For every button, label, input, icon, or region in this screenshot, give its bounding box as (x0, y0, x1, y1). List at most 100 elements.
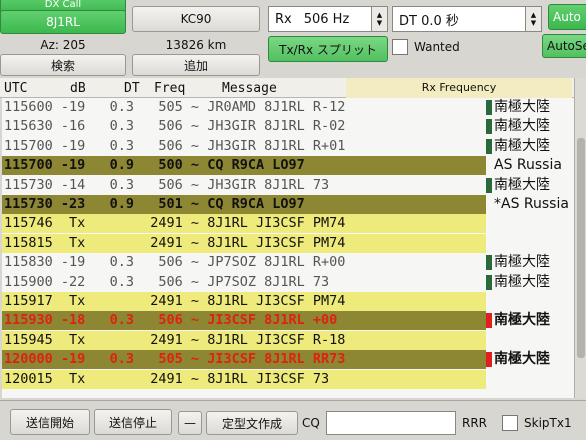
auto-seq2-label: AutoSe (547, 39, 586, 53)
message-row[interactable]: 120000 -19 0.3 505 ~ JI3CSF 8J1RL RR73 (2, 350, 486, 370)
lookup-button[interactable]: 検索 (0, 54, 126, 76)
spin-up-icon[interactable]: ▲ (377, 11, 382, 19)
message-row[interactable]: 115945 Tx 2491 ~ 8J1RL JI3CSF R-18 (2, 330, 486, 350)
dx-grid-value: KC90 (180, 12, 212, 26)
bottom-control-bar: 送信開始 送信停止 — 定型文作成 CQ RRR SkipTx1 (0, 400, 586, 440)
scrollbar-thumb[interactable] (577, 138, 585, 358)
country-cell: 南極大陸 (486, 117, 574, 136)
country-cell (486, 292, 574, 311)
dx-call-label: DX Call (44, 0, 82, 10)
rx-frequency-header: Rx Frequency (346, 78, 572, 98)
col-utc: UTC (4, 81, 28, 96)
message-row[interactable]: 115815 Tx 2491 ~ 8J1RL JI3CSF PM74 (2, 233, 486, 253)
worked-marker-icon (486, 352, 492, 368)
country-text: 南極大陸 (494, 137, 550, 154)
country-cell: *AS Russia (486, 195, 574, 214)
spin-down-icon[interactable]: ▼ (377, 19, 382, 27)
distance-text: 13826 km (165, 38, 227, 52)
macro-label: 定型文作成 (221, 416, 282, 431)
country-cell: 南極大陸 (486, 311, 574, 330)
country-cell (486, 331, 574, 350)
message-row[interactable]: 115900 -22 0.3 506 ~ JP7SOZ 8J1RL 73 (2, 273, 486, 292)
auto-seq2-button[interactable]: AutoSe (542, 34, 586, 58)
message-row[interactable]: 115930 -18 0.3 506 ~ JI3CSF 8J1RL +00 (2, 311, 486, 331)
worked-marker-icon (486, 100, 492, 115)
tx-halt-button[interactable]: 送信停止 (94, 409, 172, 435)
split-button-label: Tx/Rx スプリット (279, 42, 377, 57)
rx-freq-value: 506 Hz (303, 11, 350, 27)
message-row[interactable]: 115746 Tx 2491 ~ 8J1RL JI3CSF PM74 (2, 214, 486, 234)
country-cell (486, 234, 574, 253)
message-row[interactable]: 115730 -23 0.9 501 ~ CQ R9CA LO97 (2, 195, 486, 214)
country-cell: 南極大陸 (486, 253, 574, 272)
dt-value: DT 0.0 秒 (399, 13, 459, 29)
rx-frequency-spinbox[interactable]: Rx 506 Hz ▲ ▼ (268, 6, 388, 32)
message-table-header: UTC dB DT Freq Message Rx Frequency (0, 78, 586, 98)
message-row[interactable]: 115700 -19 0.3 506 ~ JH3GIR 8J1RL R+01 (2, 137, 486, 156)
country-text: 南極大陸 (494, 99, 550, 115)
country-cell (486, 370, 574, 389)
message-row[interactable]: 115630 -16 0.3 506 ~ JH3GIR 8J1RL R-02 (2, 117, 486, 136)
azimuth-text: Az: 205 (40, 38, 86, 52)
skiptx-label-text: SkipTx1 (524, 416, 572, 430)
dx-grid-field[interactable]: KC90 (132, 6, 260, 32)
dx-call-value: 8J1RL (46, 15, 80, 29)
country-column: 南極大陸 南極大陸 南極大陸 AS Russia 南極大陸 *AS Russia 南極大陸南… (486, 98, 574, 398)
wanted-label: Wanted (414, 38, 460, 56)
country-cell: 南極大陸 (486, 350, 574, 369)
message-row[interactable]: 115830 -19 0.3 506 ~ JP7SOZ 8J1RL R+00 (2, 253, 486, 272)
dt-spinbox[interactable]: DT 0.0 秒 ▲ ▼ (392, 6, 542, 32)
message-row[interactable]: 115917 Tx 2491 ~ 8J1RL JI3CSF PM74 (2, 292, 486, 311)
auto-seq-button[interactable]: Auto (548, 4, 586, 30)
rrr-checkbox[interactable] (502, 415, 518, 431)
worked-marker-icon (486, 255, 492, 271)
add-button[interactable]: 追加 (132, 54, 260, 76)
col-freq: Freq (154, 81, 186, 96)
rx-freq-label: Rx (275, 11, 292, 27)
tx-halt-label: 送信停止 (108, 415, 157, 430)
col-db: dB (70, 81, 86, 96)
country-cell: 南極大陸 (486, 98, 574, 117)
tx-enable-label: 送信開始 (25, 415, 74, 430)
dash-button[interactable]: — (178, 411, 202, 435)
country-cell: 南極大陸 (486, 137, 574, 156)
rx-frequency-header-text: Rx Frequency (421, 81, 497, 94)
country-text: AS Russia (494, 157, 562, 174)
message-row[interactable]: 115700 -19 0.9 500 ~ CQ R9CA LO97 (2, 156, 486, 176)
message-row[interactable]: 115730 -14 0.3 506 ~ JH3GIR 8J1RL 73 (2, 176, 486, 195)
spin-up-icon[interactable]: ▲ (531, 11, 536, 19)
worked-marker-icon (486, 313, 492, 329)
vertical-scrollbar[interactable] (574, 78, 586, 398)
worked-marker-icon (486, 177, 492, 193)
azimuth-label: Az: 205 (0, 36, 126, 54)
rx-freq-spin-arrows[interactable]: ▲ ▼ (371, 7, 387, 31)
rrr-label: RRR (462, 413, 487, 433)
country-text: 南極大陸 (494, 351, 550, 368)
country-cell: 南極大陸 (486, 176, 574, 195)
spin-down-icon[interactable]: ▼ (531, 19, 536, 27)
rx-frequency-message-list[interactable]: 115600 -19 0.3 505 ~ JR0AMD 8J1RL R-12 11… (2, 98, 486, 398)
worked-marker-icon (486, 274, 492, 290)
worked-marker-icon (486, 138, 492, 154)
wanted-checkbox[interactable] (392, 39, 408, 55)
wanted-text: Wanted (414, 40, 460, 54)
cq-label-text: CQ (302, 416, 320, 430)
country-text: 南極大陸 (494, 254, 550, 271)
rrr-label-text: RRR (462, 416, 488, 430)
cq-input[interactable] (326, 411, 456, 435)
dash-label: — (184, 416, 196, 430)
message-row[interactable]: 115600 -19 0.3 505 ~ JR0AMD 8J1RL R-12 (2, 98, 486, 117)
dx-call-field[interactable]: 8J1RL (0, 10, 126, 34)
cq-label: CQ (302, 413, 320, 433)
split-button[interactable]: Tx/Rx スプリット (268, 36, 388, 62)
message-row[interactable]: 120015 Tx 2491 ~ 8J1RL JI3CSF 73 (2, 369, 486, 389)
worked-marker-icon (486, 119, 492, 135)
country-text: 南極大陸 (494, 273, 550, 290)
skiptx-label: SkipTx1 (524, 413, 572, 433)
tx-enable-button[interactable]: 送信開始 (10, 409, 90, 435)
country-cell: 南極大陸 (486, 273, 574, 292)
col-dt: DT (124, 81, 140, 96)
dt-spin-arrows[interactable]: ▲ ▼ (525, 7, 541, 31)
col-message: Message (222, 81, 277, 96)
macro-button[interactable]: 定型文作成 (206, 411, 298, 435)
